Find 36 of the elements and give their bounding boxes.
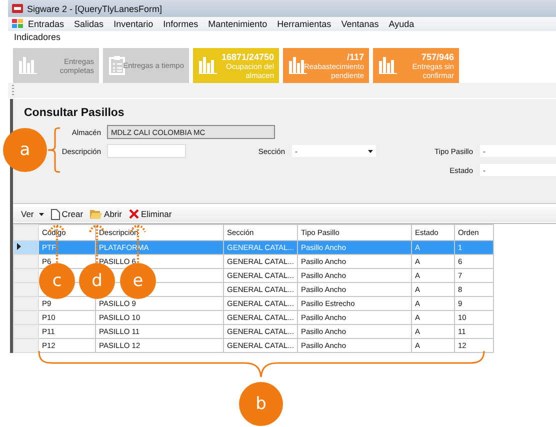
- row-pointer-icon: [17, 242, 21, 250]
- menu-item[interactable]: Mantenimiento: [203, 19, 272, 29]
- section-label: Indicadores: [13, 31, 61, 44]
- cross-icon: [128, 209, 139, 220]
- menu-item[interactable]: Ayuda: [384, 19, 420, 29]
- caret-icon: [368, 150, 373, 152]
- menu-item[interactable]: Entradas: [23, 19, 70, 29]
- page-icon: [50, 208, 60, 220]
- menu-item[interactable]: Salidas: [69, 19, 109, 29]
- clipboard-icon: [109, 56, 125, 75]
- toolbar-label: Eliminar: [140, 209, 172, 220]
- toolbar-label: Abrir: [104, 209, 122, 220]
- curly-brace: [47, 127, 61, 173]
- folder-icon: [90, 209, 102, 220]
- input-field[interactable]: [107, 144, 186, 158]
- callout-marker: b: [239, 382, 283, 426]
- caret-icon: [38, 212, 44, 216]
- app-icon: [12, 4, 23, 13]
- window-title: Sigware 2 - [QueryTlyLanesForm]: [27, 4, 162, 14]
- bar-chart-icon: [19, 57, 37, 74]
- form-title: Consultar Pasillos: [24, 107, 124, 119]
- indicator-value: /117: [346, 52, 364, 62]
- menu-item[interactable]: Inventario: [108, 19, 158, 29]
- bar-chart-icon: [199, 57, 217, 74]
- menu-item[interactable]: Informes: [158, 19, 204, 29]
- indicator-value: 757/946: [421, 52, 454, 62]
- view-dropdown[interactable]: Ver: [19, 209, 46, 220]
- app-menu-icon[interactable]: [12, 19, 23, 29]
- bar-chart-icon: [379, 57, 397, 74]
- toolbar-button[interactable]: Eliminar: [126, 209, 174, 220]
- menu-item[interactable]: Ventanas: [336, 19, 384, 29]
- indicator-value: 16871/24750: [221, 52, 274, 62]
- menu-item[interactable]: Herramientas: [272, 19, 336, 29]
- toolbar-label: Crear: [62, 209, 84, 220]
- toolbar-button[interactable]: Crear: [48, 208, 86, 220]
- toolbar-button[interactable]: Abrir: [88, 209, 124, 220]
